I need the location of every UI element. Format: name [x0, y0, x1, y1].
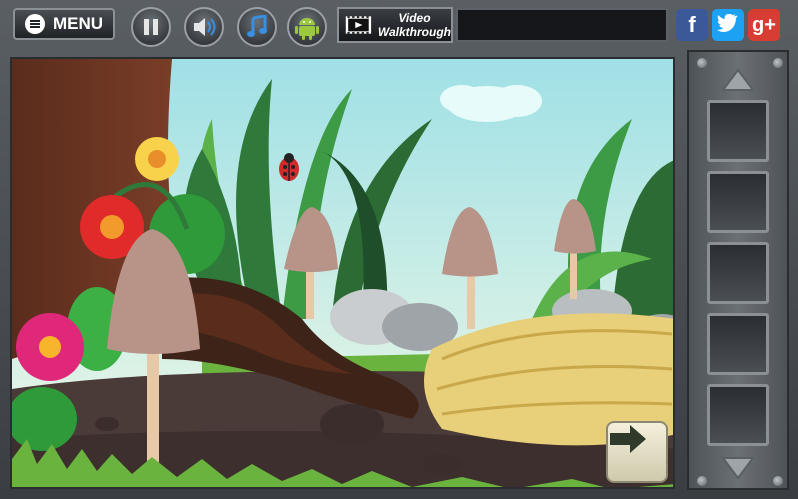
android-icon: [295, 18, 319, 40]
bolt-icon: [697, 476, 707, 486]
film-icon: [345, 16, 372, 34]
chevron-up-icon: [721, 68, 755, 91]
facebook-icon: f: [688, 12, 696, 37]
scene-art: [12, 59, 673, 487]
bolt-icon: [773, 58, 783, 68]
pause-icon: [144, 19, 158, 35]
next-scene-button[interactable]: [606, 421, 668, 483]
sound-button[interactable]: [184, 7, 224, 47]
bolt-icon: [697, 58, 707, 68]
googleplus-icon: g+: [752, 13, 776, 36]
menu-icon: [24, 14, 45, 34]
inventory-slot[interactable]: [707, 384, 769, 446]
music-note-icon: [247, 15, 267, 37]
game-frame: MENU Video Walkthrough f g+: [0, 0, 798, 499]
inventory-slot[interactable]: [707, 171, 769, 233]
game-scene[interactable]: [10, 57, 675, 489]
inventory-slot[interactable]: [707, 242, 769, 304]
arrow-right-icon: [610, 425, 646, 453]
android-button[interactable]: [287, 7, 327, 47]
top-bar: MENU Video Walkthrough f g+: [0, 0, 798, 50]
ground-stone: [320, 404, 384, 444]
inventory-up-button[interactable]: [707, 62, 769, 98]
video-label-line1: Video: [398, 11, 431, 25]
twitter-button[interactable]: [712, 9, 744, 41]
inventory-panel: [687, 50, 789, 490]
menu-button[interactable]: MENU: [13, 8, 115, 40]
inventory-down-button[interactable]: [707, 450, 769, 486]
music-button[interactable]: [237, 7, 277, 47]
bolt-icon: [773, 476, 783, 486]
ad-slot: [456, 8, 668, 42]
speaker-icon: [194, 18, 216, 36]
inventory-slot[interactable]: [707, 100, 769, 162]
video-walkthrough-button[interactable]: Video Walkthrough: [337, 7, 453, 43]
inventory-slot[interactable]: [707, 313, 769, 375]
pause-button[interactable]: [131, 7, 171, 47]
menu-label: MENU: [52, 14, 104, 33]
chevron-down-icon: [721, 457, 755, 480]
googleplus-button[interactable]: g+: [748, 9, 780, 41]
video-label-line2: Walkthrough: [377, 25, 451, 39]
twitter-icon: [717, 12, 739, 38]
facebook-button[interactable]: f: [676, 9, 708, 41]
